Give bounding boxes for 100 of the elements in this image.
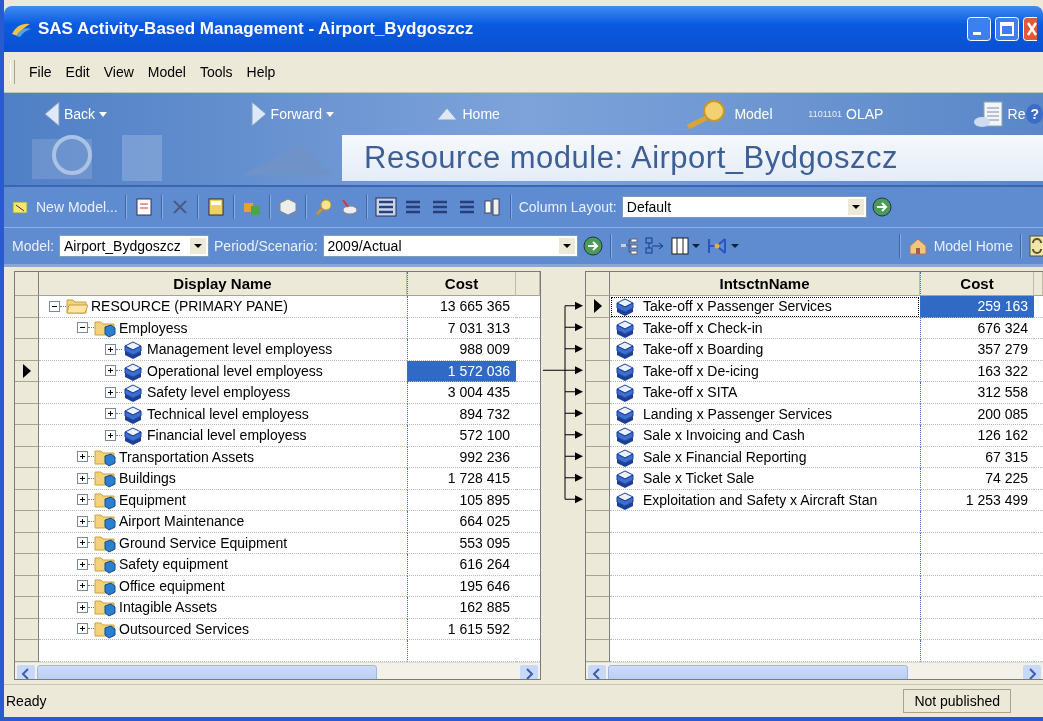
tree-item-label[interactable]: Financial level employess bbox=[147, 427, 307, 444]
caret-icon bbox=[99, 111, 108, 117]
expand-icon[interactable] bbox=[77, 472, 88, 484]
home-triangle-icon bbox=[436, 107, 459, 121]
cube-stack-icon bbox=[614, 468, 636, 489]
column-header[interactable]: IntsctnName bbox=[610, 272, 920, 296]
folder-cube-icon bbox=[94, 511, 116, 532]
expand-icon[interactable] bbox=[105, 386, 116, 398]
refresh-icon[interactable] bbox=[1029, 235, 1043, 257]
network-dropdown-icon[interactable] bbox=[705, 236, 740, 256]
row-label: Take-off x Boarding bbox=[643, 341, 764, 358]
scroll-left-icon[interactable] bbox=[17, 664, 35, 679]
maximize-button[interactable] bbox=[995, 17, 1019, 41]
new-model-icon bbox=[12, 199, 30, 215]
publish-status: Not published bbox=[903, 689, 1011, 713]
column-header[interactable]: Display Name bbox=[39, 272, 407, 296]
nav-button[interactable]: Re bbox=[973, 100, 1026, 128]
forward-arrow-icon bbox=[250, 101, 267, 127]
period-dropdown[interactable]: 2009/Actual bbox=[322, 235, 578, 257]
column-layout-dropdown[interactable]: Default bbox=[621, 196, 867, 218]
tree-item-label[interactable]: Buildings bbox=[119, 470, 176, 487]
collapse-icon[interactable] bbox=[49, 300, 60, 312]
columns-icon[interactable] bbox=[482, 197, 503, 217]
row-header[interactable] bbox=[586, 296, 610, 318]
tree-item-label[interactable]: RESOURCE (PRIMARY PANE) bbox=[91, 298, 288, 315]
expand-icon[interactable] bbox=[77, 515, 88, 527]
column-layout-label: Column Layout: bbox=[518, 199, 617, 215]
expand-icon[interactable] bbox=[77, 601, 88, 613]
expand-icon[interactable] bbox=[105, 343, 116, 355]
help-button[interactable]: ? bbox=[1026, 104, 1043, 124]
row-header[interactable] bbox=[15, 360, 39, 382]
expand-icon[interactable] bbox=[105, 365, 116, 377]
tree-arrow-icon[interactable] bbox=[643, 236, 666, 256]
tree-item-label[interactable]: Transportation Assets bbox=[119, 448, 254, 465]
row-label: Exploitation and Safety x Aircraft Stan bbox=[643, 491, 878, 508]
expand-icon[interactable] bbox=[77, 580, 88, 592]
tree-item-label[interactable]: Office equipment bbox=[119, 577, 225, 594]
cube-stack-icon bbox=[614, 425, 636, 446]
folder-cube-icon bbox=[94, 554, 116, 575]
window-title: SAS Activity-Based Management - Airport_Bydgoszcz bbox=[38, 19, 475, 39]
scroll-right-icon[interactable] bbox=[520, 664, 538, 679]
menu-item[interactable]: Model bbox=[147, 64, 186, 80]
menu-item[interactable]: Help bbox=[246, 64, 276, 80]
menu-item[interactable]: View bbox=[103, 64, 134, 80]
expand-icon[interactable] bbox=[105, 429, 116, 441]
expand-icon[interactable] bbox=[77, 451, 88, 463]
menu-item[interactable]: Edit bbox=[65, 64, 90, 80]
tree-item-label[interactable]: Technical level employess bbox=[147, 405, 309, 422]
caret-icon bbox=[325, 111, 334, 117]
column-header[interactable]: Cost bbox=[407, 272, 516, 296]
tree-item-label[interactable]: Outsourced Services bbox=[119, 620, 249, 637]
menu-item[interactable]: File bbox=[29, 64, 52, 80]
row-pointer-icon bbox=[22, 363, 31, 378]
expand-icon[interactable] bbox=[77, 558, 88, 570]
minimize-button[interactable] bbox=[967, 17, 991, 41]
go-button[interactable] bbox=[582, 236, 603, 256]
calculator-icon[interactable] bbox=[205, 197, 226, 217]
expand-icon[interactable] bbox=[105, 408, 116, 420]
scroll-thumb[interactable] bbox=[37, 664, 377, 679]
tree-item-label[interactable]: Intagible Assets bbox=[119, 599, 218, 616]
close-button[interactable] bbox=[1023, 17, 1037, 41]
tree-item-label[interactable]: Safety equipment bbox=[119, 556, 228, 573]
menu-grip bbox=[10, 60, 15, 84]
cube-stack-icon bbox=[122, 382, 144, 403]
tree-item-label[interactable]: Airport Maintenance bbox=[119, 513, 245, 530]
model-label: Model: bbox=[12, 238, 55, 254]
search-icon[interactable] bbox=[313, 197, 334, 217]
column-header[interactable]: Cost bbox=[920, 272, 1034, 296]
folder-icon bbox=[66, 296, 88, 317]
model-dropdown[interactable]: Airport_Bydgoszcz bbox=[59, 235, 210, 257]
tree-item-label[interactable]: Management level employess bbox=[147, 341, 333, 358]
expand-icon[interactable] bbox=[77, 494, 88, 506]
module-title: Resource module: Airport_Bydgoszcz bbox=[342, 135, 1043, 181]
layout-icon[interactable] bbox=[374, 197, 397, 217]
tree-item-label[interactable]: Safety level employess bbox=[147, 384, 291, 401]
grid-dropdown-icon[interactable] bbox=[670, 236, 701, 256]
horizontal-scrollbar[interactable] bbox=[15, 661, 540, 679]
tree-item-label[interactable]: Equipment bbox=[119, 491, 186, 508]
expand-icon[interactable] bbox=[77, 537, 88, 549]
table-cell: 259 163 bbox=[920, 296, 1034, 318]
tree-item-label[interactable]: Operational level employess bbox=[147, 362, 323, 379]
folder-cube-icon bbox=[94, 597, 116, 618]
expand-icon[interactable] bbox=[77, 623, 88, 635]
horizontal-scrollbar[interactable] bbox=[586, 661, 1043, 679]
nav-button[interactable]: Back bbox=[44, 101, 251, 127]
cube-stack-icon bbox=[614, 339, 636, 360]
collapse-icon[interactable] bbox=[77, 322, 88, 334]
hierarchy-icon[interactable] bbox=[618, 236, 639, 256]
scroll-left-icon[interactable] bbox=[588, 664, 606, 679]
properties-icon[interactable] bbox=[133, 197, 154, 217]
period-label: Period/Scenario: bbox=[214, 238, 318, 254]
menu-item[interactable]: Tools bbox=[199, 64, 233, 80]
go-button[interactable] bbox=[871, 197, 892, 217]
cube-icon[interactable] bbox=[277, 197, 298, 217]
tree-item-label[interactable]: Employess bbox=[119, 319, 188, 336]
scroll-thumb[interactable] bbox=[608, 664, 908, 679]
row-label: Sale x Financial Reporting bbox=[643, 448, 807, 465]
row-label: Take-off x Check-in bbox=[643, 319, 763, 336]
scroll-right-icon[interactable] bbox=[1023, 664, 1041, 679]
tree-item-label[interactable]: Ground Service Equipment bbox=[119, 534, 288, 551]
